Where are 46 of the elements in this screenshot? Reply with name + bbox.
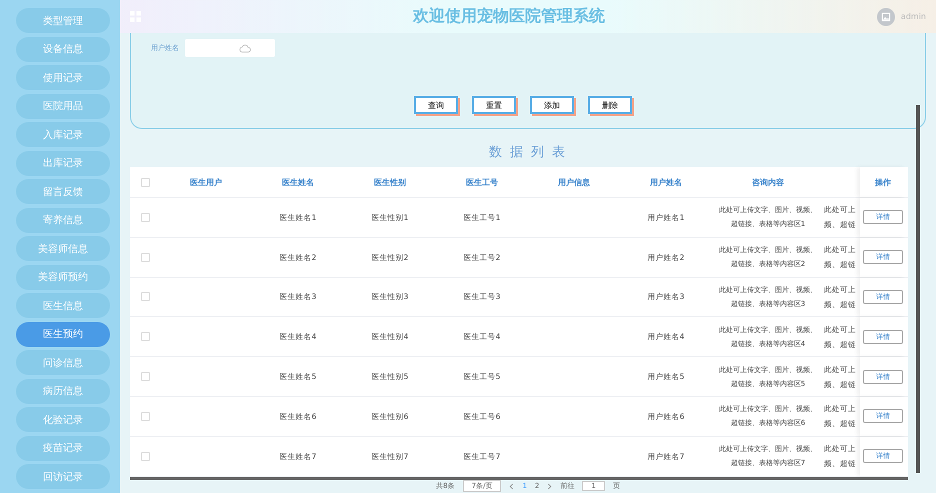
sidebar-item[interactable]: 疫苗记录 [16,436,110,460]
column-header: 医生工号 [466,176,498,188]
checkbox[interactable] [140,252,150,262]
sidebar-item[interactable]: 医生预约 [16,322,110,346]
sidebar-item[interactable]: 医院用品 [16,94,110,118]
sidebar-item[interactable]: 类型管理 [16,8,110,33]
sidebar-item[interactable]: 使用记录 [16,65,110,90]
checkbox[interactable] [140,212,150,222]
column-header: 用户信息 [558,176,590,188]
input-field[interactable] [185,39,275,57]
sidebar-item[interactable]: 出库记录 [16,150,110,176]
sidebar-item[interactable]: 问诊信息 [16,350,110,375]
column-header: 用户姓名 [650,176,682,188]
column-header: 操作 [875,176,891,188]
action-button[interactable]: 重置 [472,96,516,114]
sidebar-item[interactable]: 寄养信息 [16,208,110,232]
cloud-icon [239,44,251,52]
checkbox[interactable] [140,372,150,382]
scrollbar[interactable] [916,105,920,473]
sidebar-item[interactable]: 美容师信息 [16,236,110,261]
checkbox[interactable] [140,412,150,421]
sidebar-item[interactable]: 化验记录 [16,407,110,432]
sidebar-item[interactable]: 留言反馈 [16,179,110,204]
column-header: 医生用户 [190,176,222,188]
action-button[interactable]: 添加 [530,96,574,114]
sidebar-item[interactable]: 回访记录 [16,464,110,489]
checkbox[interactable] [140,452,150,461]
column-header: 医生性别 [374,176,406,188]
sidebar-item[interactable]: 入库记录 [16,122,110,147]
checkbox[interactable] [140,178,150,186]
sidebar-item[interactable]: 病历信息 [16,378,110,404]
next-page-icon[interactable] [547,482,552,490]
column-header: 医生姓名 [282,176,314,188]
sidebar-item[interactable]: 设备信息 [16,36,110,62]
username: admin [900,12,926,21]
page-title: 欢迎使用宠物医院管理系统 [412,6,606,27]
avatar-icon[interactable] [876,8,895,26]
previous-page-icon[interactable] [509,482,514,490]
sidebar-item[interactable]: 医生信息 [16,293,110,318]
column-header: 咨询内容 [752,176,784,188]
section-title: 数 据 列 表 [488,144,568,161]
action-button[interactable]: 查询 [414,96,458,114]
action-button[interactable]: 删除 [588,96,632,114]
sidebar-item[interactable]: 美容师预约 [16,264,110,290]
checkbox[interactable] [140,292,150,302]
checkbox[interactable] [140,332,150,342]
